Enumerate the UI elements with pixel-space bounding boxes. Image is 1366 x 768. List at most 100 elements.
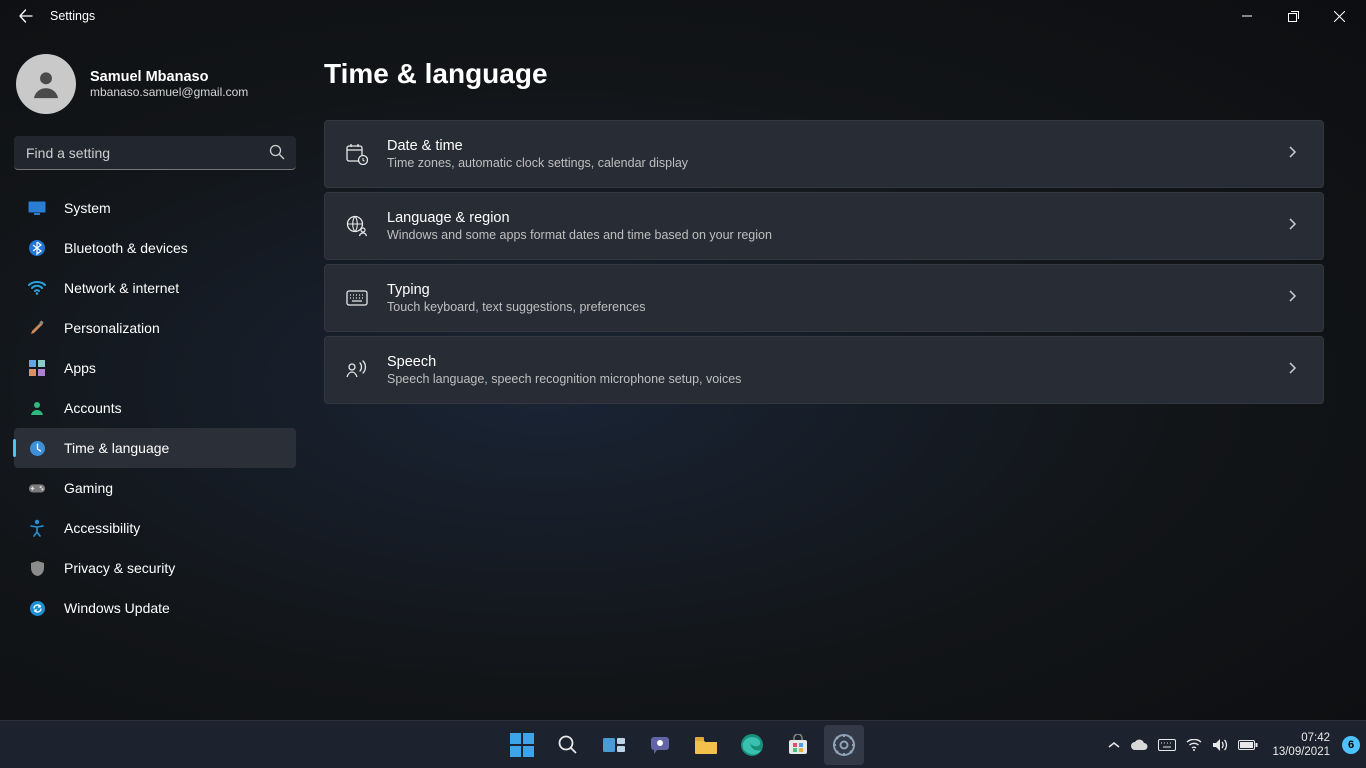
- calendar-clock-icon: [345, 142, 369, 166]
- taskbar-clock[interactable]: 07:42 13/09/2021: [1272, 731, 1330, 759]
- battery-icon[interactable]: [1238, 739, 1258, 751]
- edge-icon: [740, 733, 764, 757]
- search-input[interactable]: [14, 136, 296, 170]
- system-tray[interactable]: [1108, 738, 1258, 752]
- search-wrapper: [14, 136, 296, 170]
- taskview-button[interactable]: [594, 725, 634, 765]
- search-icon: [557, 734, 579, 756]
- close-button[interactable]: [1316, 0, 1362, 32]
- folder-icon: [694, 735, 718, 755]
- explorer-button[interactable]: [686, 725, 726, 765]
- sidebar-item-label: Accounts: [64, 400, 122, 416]
- sidebar-item-apps[interactable]: Apps: [14, 348, 296, 388]
- taskview-icon: [602, 735, 626, 755]
- card-subtitle: Touch keyboard, text suggestions, prefer…: [387, 300, 1289, 314]
- sidebar-item-time-language[interactable]: Time & language: [14, 428, 296, 468]
- sidebar-item-label: Network & internet: [64, 280, 179, 296]
- sidebar-item-label: Gaming: [64, 480, 113, 496]
- windows-logo-icon: [510, 733, 534, 757]
- clock-date: 13/09/2021: [1272, 745, 1330, 759]
- avatar: [16, 54, 76, 114]
- maximize-button[interactable]: [1270, 0, 1316, 32]
- accessibility-icon: [28, 519, 46, 537]
- back-arrow-icon: [18, 8, 34, 24]
- sidebar-item-label: Bluetooth & devices: [64, 240, 188, 256]
- chat-button[interactable]: [640, 725, 680, 765]
- person-icon: [28, 399, 46, 417]
- update-icon: [28, 599, 46, 617]
- chevron-right-icon: [1289, 361, 1303, 379]
- search-button[interactable]: [548, 725, 588, 765]
- card-subtitle: Windows and some apps format dates and t…: [387, 228, 1289, 242]
- chevron-right-icon: [1289, 289, 1303, 307]
- globe-person-icon: [345, 214, 369, 238]
- sidebar-item-gaming[interactable]: Gaming: [14, 468, 296, 508]
- card-subtitle: Time zones, automatic clock settings, ca…: [387, 156, 1289, 170]
- bluetooth-icon: [28, 239, 46, 257]
- window-title: Settings: [50, 9, 95, 23]
- card-title: Date & time: [387, 138, 1289, 154]
- profile-email: mbanaso.samuel@gmail.com: [90, 85, 248, 99]
- card-title: Speech: [387, 354, 1289, 370]
- sidebar-item-label: Apps: [64, 360, 96, 376]
- titlebar: Settings: [0, 0, 1366, 32]
- back-button[interactable]: [4, 0, 48, 32]
- sidebar-item-privacy[interactable]: Privacy & security: [14, 548, 296, 588]
- sidebar-item-personalization[interactable]: Personalization: [14, 308, 296, 348]
- sidebar-item-bluetooth[interactable]: Bluetooth & devices: [14, 228, 296, 268]
- sidebar-item-update[interactable]: Windows Update: [14, 588, 296, 628]
- keyboard-small-icon[interactable]: [1158, 739, 1176, 751]
- sidebar-item-network[interactable]: Network & internet: [14, 268, 296, 308]
- volume-icon[interactable]: [1212, 738, 1228, 752]
- chevron-up-icon[interactable]: [1108, 741, 1120, 749]
- gear-icon: [832, 733, 856, 757]
- sidebar-item-label: System: [64, 200, 111, 216]
- onedrive-icon[interactable]: [1130, 739, 1148, 751]
- main-content: Time & language Date & time Time zones, …: [310, 32, 1366, 720]
- nav-list: System Bluetooth & devices Network & int…: [0, 188, 310, 628]
- maximize-icon: [1288, 11, 1299, 22]
- gamepad-icon: [28, 479, 46, 497]
- card-title: Language & region: [387, 210, 1289, 226]
- chevron-right-icon: [1289, 145, 1303, 163]
- sidebar-item-accessibility[interactable]: Accessibility: [14, 508, 296, 548]
- minimize-button[interactable]: [1224, 0, 1270, 32]
- card-language-region[interactable]: Language & region Windows and some apps …: [324, 192, 1324, 260]
- monitor-icon: [28, 199, 46, 217]
- card-typing[interactable]: Typing Touch keyboard, text suggestions,…: [324, 264, 1324, 332]
- sidebar-item-label: Privacy & security: [64, 560, 175, 576]
- brush-icon: [28, 319, 46, 337]
- apps-icon: [28, 359, 46, 377]
- sidebar-item-label: Accessibility: [64, 520, 140, 536]
- clock-time: 07:42: [1272, 731, 1330, 745]
- chevron-right-icon: [1289, 217, 1303, 235]
- taskbar: 07:42 13/09/2021 6: [0, 720, 1366, 768]
- store-icon: [787, 734, 809, 756]
- store-button[interactable]: [778, 725, 818, 765]
- card-date-time[interactable]: Date & time Time zones, automatic clock …: [324, 120, 1324, 188]
- chat-icon: [649, 734, 671, 756]
- minimize-icon: [1242, 11, 1252, 21]
- card-speech[interactable]: Speech Speech language, speech recogniti…: [324, 336, 1324, 404]
- sidebar-item-system[interactable]: System: [14, 188, 296, 228]
- start-button[interactable]: [502, 725, 542, 765]
- notification-badge[interactable]: 6: [1342, 736, 1360, 754]
- wifi-small-icon[interactable]: [1186, 739, 1202, 751]
- card-subtitle: Speech language, speech recognition micr…: [387, 372, 1289, 386]
- search-icon: [268, 143, 286, 166]
- sidebar-item-label: Personalization: [64, 320, 160, 336]
- settings-button[interactable]: [824, 725, 864, 765]
- person-silhouette-icon: [29, 67, 63, 101]
- page-title: Time & language: [324, 58, 1324, 90]
- sidebar-item-accounts[interactable]: Accounts: [14, 388, 296, 428]
- profile-username: Samuel Mbanaso: [90, 69, 248, 85]
- keyboard-icon: [345, 286, 369, 310]
- sidebar: Samuel Mbanaso mbanaso.samuel@gmail.com …: [0, 32, 310, 720]
- close-icon: [1334, 11, 1345, 22]
- taskbar-center: [502, 725, 864, 765]
- shield-icon: [28, 559, 46, 577]
- clock-globe-icon: [28, 439, 46, 457]
- edge-button[interactable]: [732, 725, 772, 765]
- profile-block[interactable]: Samuel Mbanaso mbanaso.samuel@gmail.com: [0, 44, 310, 132]
- sidebar-item-label: Windows Update: [64, 600, 170, 616]
